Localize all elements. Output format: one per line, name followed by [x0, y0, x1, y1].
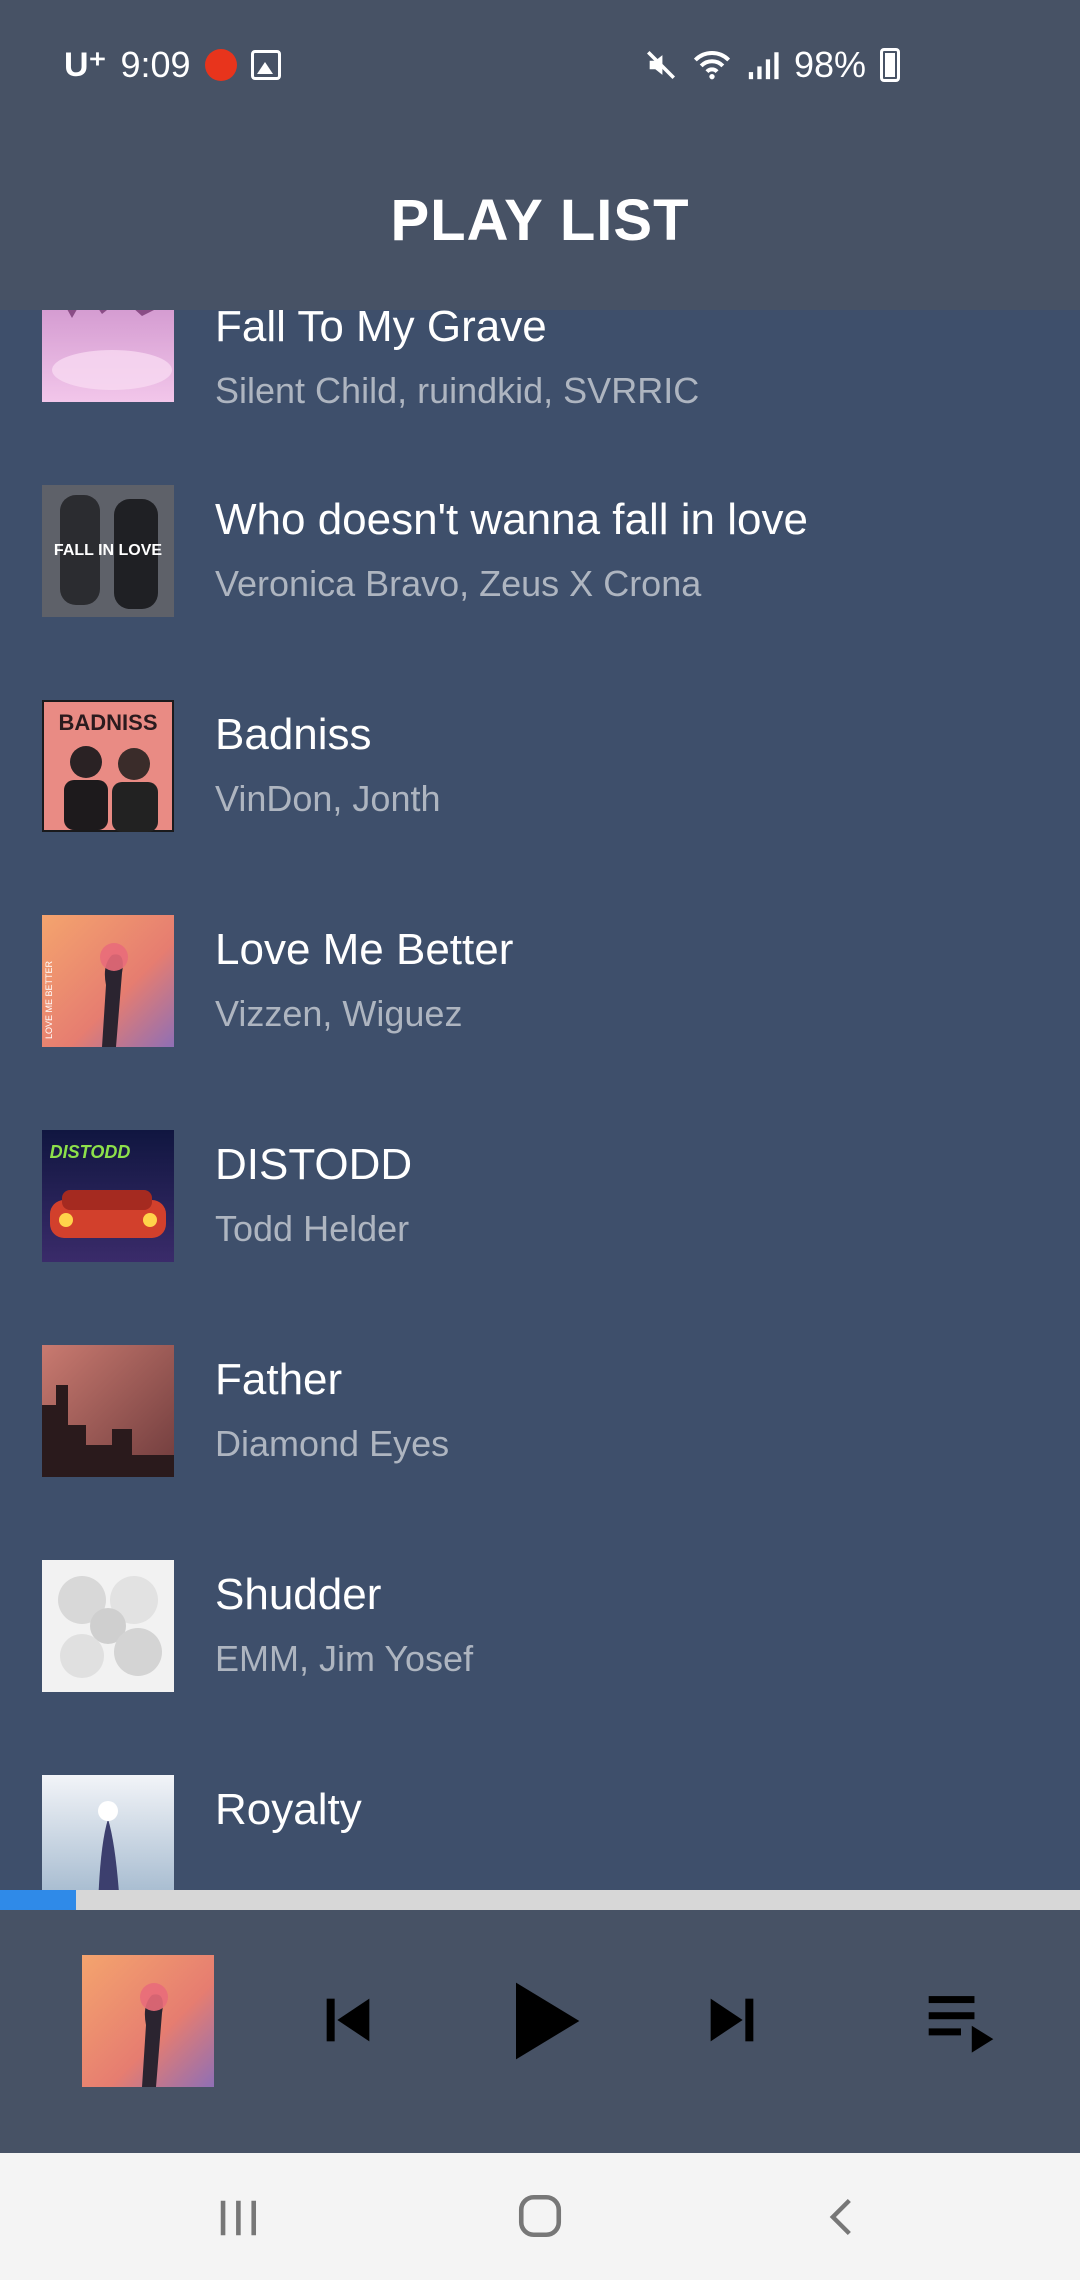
list-item[interactable]: Fall To My Grave Silent Child, ruindkid,…: [0, 310, 1080, 485]
clock: 9:09: [120, 44, 191, 85]
playback-progress-bar[interactable]: [0, 1890, 1080, 1910]
album-art: FALL IN LOVE: [42, 485, 174, 617]
song-title: Father: [215, 1355, 343, 1404]
list-item[interactable]: Royalty: [0, 1775, 1080, 1890]
album-art: DISTODD: [42, 1130, 174, 1262]
wifi-icon: [693, 51, 731, 80]
app-header: PLAY LIST: [0, 130, 1080, 310]
song-artist: Silent Child, ruindkid, SVRRIC: [215, 370, 700, 411]
album-art: [42, 1775, 174, 1890]
album-art-text: BADNISS: [58, 710, 157, 735]
song-artist: Veronica Bravo, Zeus X Crona: [215, 563, 702, 604]
back-icon[interactable]: [820, 2193, 864, 2241]
album-art: LOVE ME BETTER: [42, 915, 174, 1047]
album-art: [42, 1560, 174, 1692]
song-title: Royalty: [215, 1785, 362, 1834]
song-artist: Vizzen, Wiguez: [215, 993, 463, 1034]
playlist[interactable]: Fall To My Grave Silent Child, ruindkid,…: [0, 310, 1080, 1890]
mini-player: [0, 1910, 1080, 2153]
play-icon[interactable]: [506, 1976, 586, 2066]
now-playing-art[interactable]: [82, 1955, 214, 2087]
song-title: Love Me Better: [215, 925, 514, 974]
album-art-text: LOVE ME BETTER: [44, 960, 54, 1039]
battery-percent: 98%: [793, 44, 866, 85]
battery-charging-icon: [880, 48, 900, 82]
song-title: Badniss: [215, 710, 372, 759]
list-item[interactable]: Father Diamond Eyes: [0, 1345, 1080, 1560]
album-art-text: DISTODD: [50, 1142, 131, 1162]
song-artist: VinDon, Jonth: [215, 778, 441, 819]
list-item[interactable]: FALL IN LOVE Who doesn't wanna fall in l…: [0, 485, 1080, 700]
progress-fill: [0, 1890, 76, 1910]
list-item[interactable]: BADNISS Badniss VinDon, Jonth: [0, 700, 1080, 915]
song-artist: Diamond Eyes: [215, 1423, 450, 1464]
album-art: [42, 1345, 174, 1477]
recent-apps-icon[interactable]: [214, 2195, 262, 2241]
song-title: Fall To My Grave: [215, 310, 547, 351]
song-artist: Todd Helder: [215, 1208, 410, 1249]
list-item[interactable]: DISTODD DISTODD Todd Helder: [0, 1130, 1080, 1345]
gallery-icon: [250, 50, 281, 80]
song-artist: EMM, Jim Yosef: [215, 1638, 474, 1679]
album-art-text: FALL IN LOVE: [54, 542, 162, 559]
skip-previous-icon[interactable]: [316, 1988, 380, 2052]
status-bar: U⁺ 9:09 98%: [0, 0, 1080, 130]
song-title: Shudder: [215, 1570, 382, 1619]
song-title: DISTODD: [215, 1140, 413, 1189]
skip-next-icon[interactable]: [700, 1988, 764, 2052]
signal-icon: [748, 52, 779, 80]
song-title: Who doesn't wanna fall in love: [215, 495, 808, 544]
album-art: [42, 310, 174, 402]
mute-icon: [646, 50, 675, 80]
list-item[interactable]: Shudder EMM, Jim Yosef: [0, 1560, 1080, 1775]
home-icon[interactable]: [515, 2191, 565, 2241]
album-art: BADNISS: [42, 700, 174, 832]
carrier-label: U⁺: [64, 46, 107, 84]
page-title: PLAY LIST: [390, 187, 690, 253]
system-navigation-bar: [0, 2153, 1080, 2280]
record-icon: [204, 49, 237, 81]
list-item[interactable]: LOVE ME BETTER Love Me Better Vizzen, Wi…: [0, 915, 1080, 1130]
queue-music-icon[interactable]: [926, 1990, 996, 2056]
